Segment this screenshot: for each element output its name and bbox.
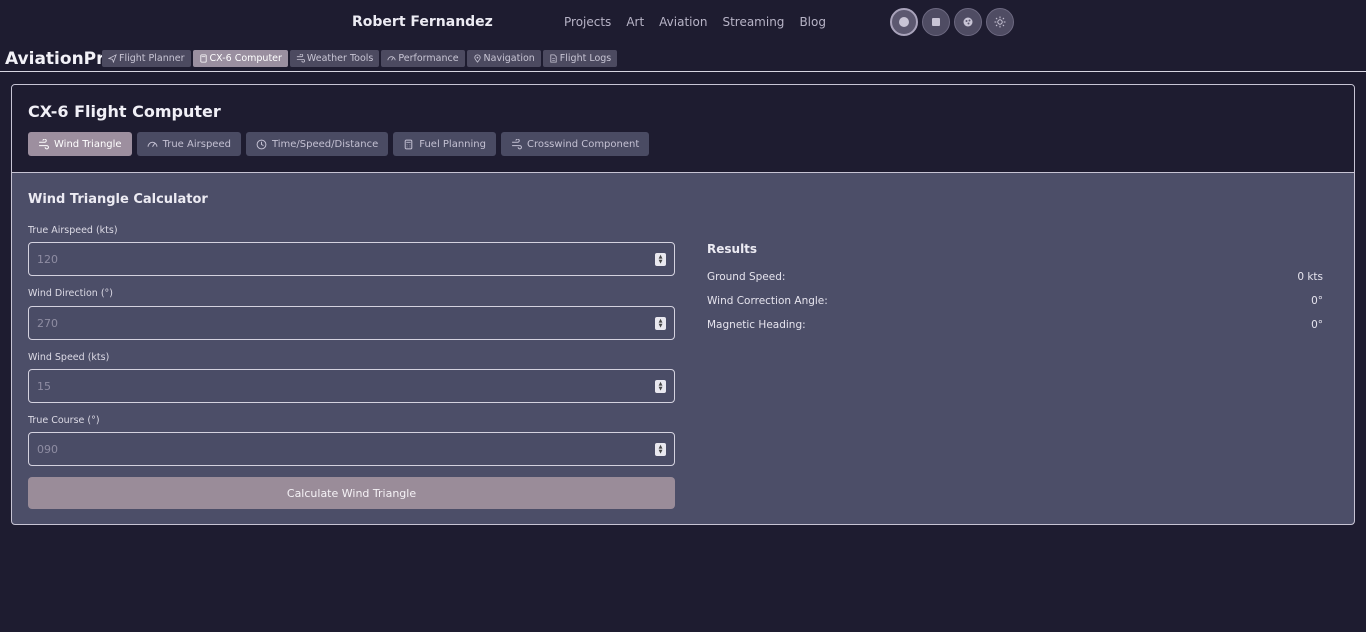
tab-flight-logs[interactable]: Flight Logs bbox=[542, 50, 618, 67]
tab-label: CX-6 Computer bbox=[209, 53, 282, 64]
circle-icon bbox=[899, 17, 909, 27]
page-title: CX-6 Flight Computer bbox=[28, 102, 221, 121]
site-name[interactable]: Robert Fernandez bbox=[352, 14, 493, 30]
document-icon bbox=[550, 54, 557, 63]
true-course-label: True Course (°) bbox=[28, 415, 100, 426]
result-wind-correction-angle: Wind Correction Angle: 0° bbox=[707, 295, 1323, 307]
tab-flight-planner[interactable]: Flight Planner bbox=[102, 50, 191, 67]
tab-fuel-planning[interactable]: Fuel Planning bbox=[393, 132, 496, 156]
wind-speed-input[interactable] bbox=[37, 379, 637, 393]
nav-link-streaming[interactable]: Streaming bbox=[722, 15, 784, 29]
tab-label: Crosswind Component bbox=[526, 138, 640, 150]
result-label: Magnetic Heading: bbox=[707, 319, 806, 331]
nav-link-art[interactable]: Art bbox=[626, 15, 644, 29]
tab-label: Weather Tools bbox=[306, 53, 374, 64]
calculate-wind-triangle-button[interactable]: Calculate Wind Triangle bbox=[28, 477, 675, 509]
true-course-input[interactable] bbox=[37, 442, 637, 456]
tab-navigation[interactable]: Navigation bbox=[466, 50, 541, 67]
tab-weather-tools[interactable]: Weather Tools bbox=[289, 50, 380, 67]
square-icon bbox=[932, 18, 940, 26]
theme-button-palette[interactable] bbox=[954, 8, 982, 36]
theme-button-circle[interactable] bbox=[890, 8, 918, 36]
tab-label: Flight Logs bbox=[559, 53, 612, 64]
wind-icon bbox=[39, 138, 49, 149]
wind-icon bbox=[296, 54, 305, 63]
wind-speed-field[interactable]: ▲▼ bbox=[28, 369, 675, 403]
tab-cx6-computer[interactable]: CX-6 Computer bbox=[192, 50, 288, 67]
true-airspeed-field[interactable]: ▲▼ bbox=[28, 242, 675, 276]
wind-direction-stepper[interactable]: ▲ ▼ bbox=[655, 317, 666, 330]
wind-icon bbox=[512, 138, 522, 149]
result-value: 0° bbox=[1311, 295, 1323, 307]
tab-true-airspeed[interactable]: True Airspeed bbox=[136, 132, 241, 156]
plane-icon bbox=[108, 54, 117, 63]
gauge-icon bbox=[147, 141, 157, 147]
tab-label: Fuel Planning bbox=[419, 138, 486, 150]
sun-icon bbox=[994, 16, 1006, 28]
card-header: CX-6 Flight Computer Wind Triangle True … bbox=[12, 85, 1354, 173]
nav-link-blog[interactable]: Blog bbox=[799, 15, 826, 29]
tab-performance[interactable]: Performance bbox=[381, 50, 465, 67]
true-airspeed-label: True Airspeed (kts) bbox=[28, 225, 118, 236]
true-course-stepper[interactable]: ▲ ▼ bbox=[655, 443, 666, 456]
result-value: 0° bbox=[1311, 319, 1323, 331]
result-value: 0 kts bbox=[1297, 271, 1323, 283]
calculator-icon bbox=[199, 54, 207, 63]
nav-link-aviation[interactable]: Aviation bbox=[659, 15, 707, 29]
tab-label: True Airspeed bbox=[162, 138, 231, 150]
flight-computer-card: CX-6 Flight Computer Wind Triangle True … bbox=[11, 84, 1355, 525]
nav-link-projects[interactable]: Projects bbox=[564, 15, 611, 29]
wind-speed-stepper[interactable]: ▲ ▼ bbox=[655, 380, 666, 393]
gauge-icon bbox=[387, 56, 396, 61]
calculator-tabs: Wind Triangle True Airspeed Time/Speed/D… bbox=[28, 132, 654, 156]
tab-time-speed-distance[interactable]: Time/Speed/Distance bbox=[245, 132, 389, 156]
wind-speed-label: Wind Speed (kts) bbox=[28, 352, 110, 363]
result-label: Wind Correction Angle: bbox=[707, 295, 828, 307]
result-magnetic-heading: Magnetic Heading: 0° bbox=[707, 319, 1323, 331]
wind-direction-label: Wind Direction (°) bbox=[28, 288, 113, 299]
calculator-icon bbox=[404, 139, 413, 149]
true-course-field[interactable]: ▲▼ bbox=[28, 432, 675, 466]
theme-button-square[interactable] bbox=[922, 8, 950, 36]
wind-direction-input[interactable] bbox=[37, 316, 637, 330]
top-nav: Projects Art Aviation Streaming Blog bbox=[564, 15, 841, 29]
results-title: Results bbox=[707, 242, 758, 256]
brand-logo[interactable]: AviationPro bbox=[5, 49, 116, 69]
tab-label: Wind Triangle bbox=[54, 138, 122, 150]
tab-crosswind-component[interactable]: Crosswind Component bbox=[500, 132, 650, 156]
app-tabs: Flight Planner CX-6 Computer Weather Too… bbox=[102, 50, 619, 67]
result-label: Ground Speed: bbox=[707, 271, 786, 283]
map-pin-icon bbox=[473, 54, 481, 63]
clock-icon bbox=[256, 139, 267, 149]
calculator-title: Wind Triangle Calculator bbox=[28, 192, 208, 207]
tab-label: Flight Planner bbox=[119, 53, 185, 64]
tab-label: Performance bbox=[398, 53, 459, 64]
header-divider bbox=[0, 71, 1366, 72]
theme-switcher bbox=[890, 8, 1018, 36]
tab-wind-triangle[interactable]: Wind Triangle bbox=[28, 132, 132, 156]
true-airspeed-stepper[interactable]: ▲ ▼ bbox=[655, 253, 666, 266]
wind-direction-field[interactable]: ▲▼ bbox=[28, 306, 675, 340]
tab-label: Time/Speed/Distance bbox=[271, 138, 379, 150]
tab-label: Navigation bbox=[483, 53, 535, 64]
palette-icon bbox=[963, 17, 973, 27]
theme-button-sun[interactable] bbox=[986, 8, 1014, 36]
result-ground-speed: Ground Speed: 0 kts bbox=[707, 271, 1323, 283]
true-airspeed-input[interactable] bbox=[37, 252, 637, 266]
